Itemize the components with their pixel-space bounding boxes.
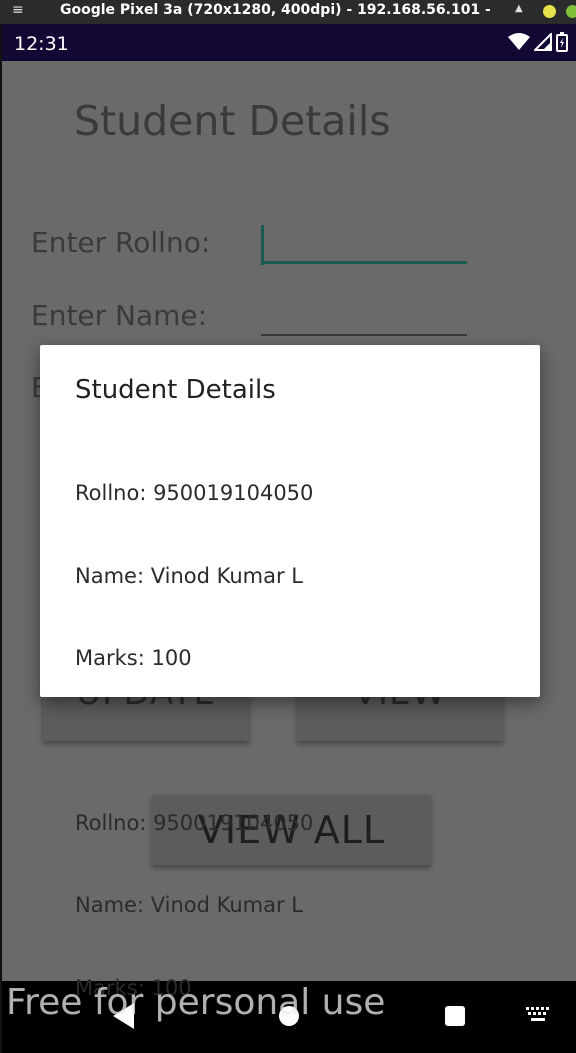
text-cursor [261, 225, 264, 265]
dialog-title: Student Details [75, 375, 276, 405]
record-name: Name: Vinod Kumar L [75, 893, 303, 917]
battery-icon [556, 32, 568, 52]
record-rollno: Rollno: 950019104050 [75, 481, 314, 505]
watermark-text: Free for personal use [6, 982, 386, 1023]
page-title: Student Details [74, 97, 391, 145]
emulator-title: Google Pixel 3a (720x1280, 400dpi) - 192… [60, 2, 490, 18]
rollno-input[interactable] [261, 225, 467, 265]
keyboard-icon[interactable] [526, 1007, 550, 1023]
student-details-dialog: Student Details Rollno: 950019104050 Nam… [40, 345, 540, 1000]
minimize-button[interactable] [543, 5, 556, 18]
status-bar: 12:31 [2, 24, 576, 61]
record-rollno: Rollno: 950019104050 [75, 810, 314, 835]
record-marks: Marks: 100 [75, 646, 192, 670]
maximize-button[interactable] [566, 5, 576, 18]
wifi-icon [508, 33, 530, 50]
collapse-icon[interactable]: ▲ [515, 3, 523, 14]
device-screen: 12:31 Student Details Enter Rollno: Ente… [2, 24, 576, 1053]
name-input[interactable] [261, 334, 467, 336]
record-name: Name: Vinod Kumar L [75, 563, 303, 588]
name-label: Enter Name: [31, 299, 208, 332]
dialog-message: Rollno: 950019104050 Name: Vinod Kumar L… [75, 425, 313, 1053]
status-time: 12:31 [14, 33, 69, 55]
signal-icon [534, 33, 552, 51]
emulator-title-bar: ≡ Google Pixel 3a (720x1280, 400dpi) - 1… [0, 0, 576, 24]
menu-icon[interactable]: ≡ [12, 2, 24, 18]
recents-icon[interactable] [444, 1005, 466, 1027]
rollno-label: Enter Rollno: [31, 226, 211, 259]
